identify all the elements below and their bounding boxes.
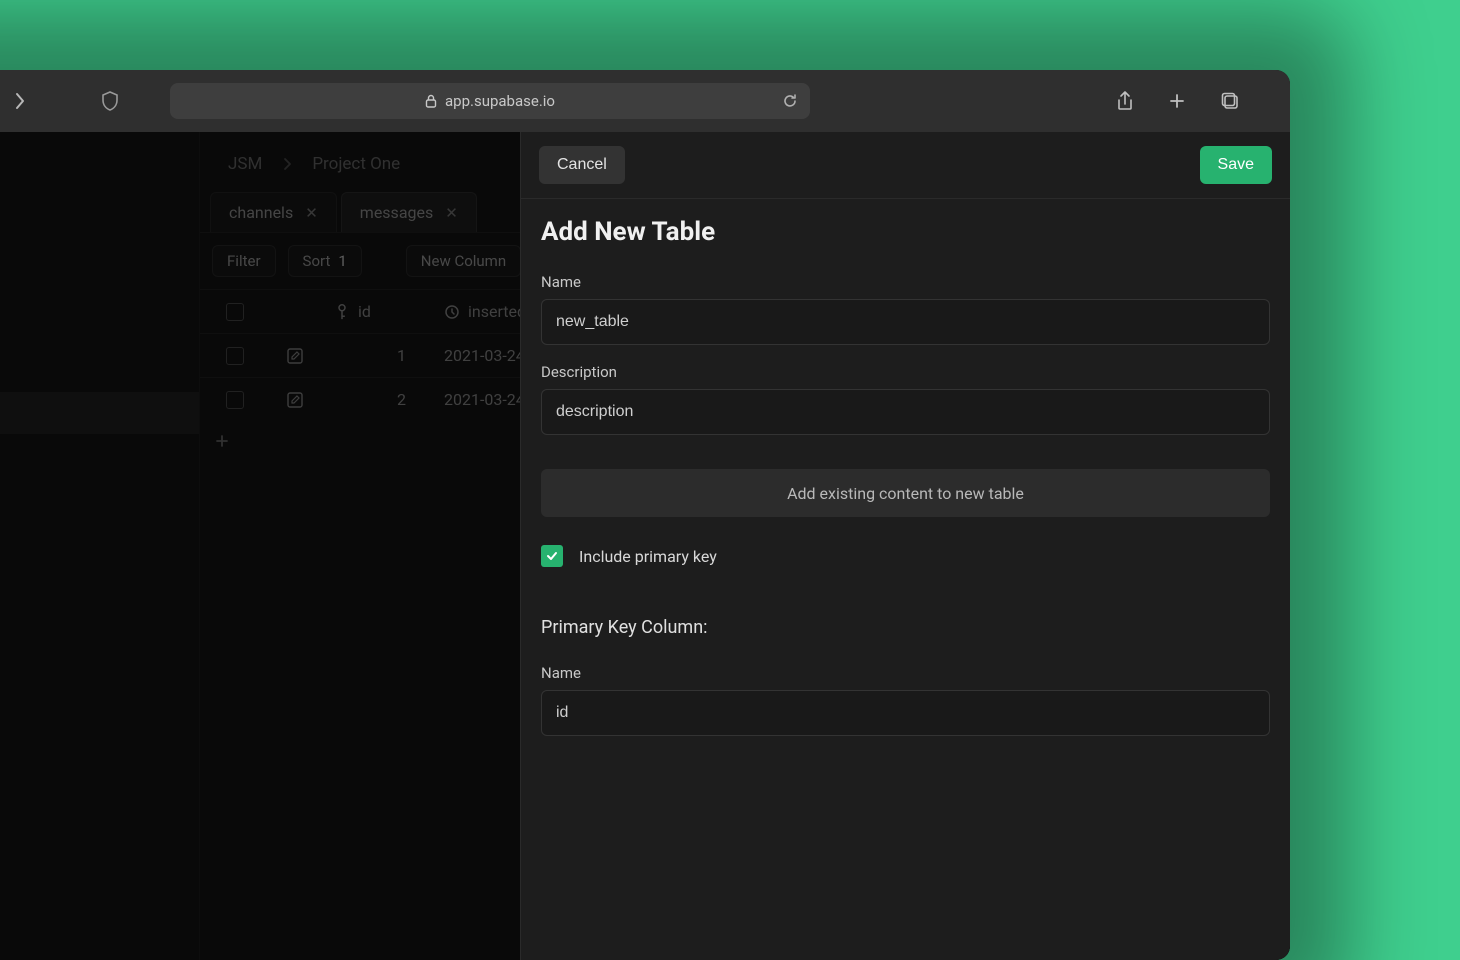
tab-channels[interactable]: channels ✕ xyxy=(210,192,337,232)
row-checkbox[interactable] xyxy=(226,347,244,365)
cancel-button[interactable]: Cancel xyxy=(539,146,625,184)
col-header-id[interactable]: id xyxy=(358,302,371,321)
address-bar-url: app.supabase.io xyxy=(445,92,555,110)
reload-button[interactable] xyxy=(782,93,798,109)
description-label: Description xyxy=(541,363,1270,381)
tab-overview-icon[interactable] xyxy=(1220,91,1240,111)
tab-label: messages xyxy=(360,203,433,222)
chevron-right-icon xyxy=(282,157,292,171)
tab-label: channels xyxy=(229,203,293,222)
pk-name-input[interactable] xyxy=(541,690,1270,736)
breadcrumb-item[interactable]: JSM xyxy=(228,154,262,174)
share-icon[interactable] xyxy=(1116,90,1134,112)
nav-forward-button[interactable] xyxy=(0,70,50,132)
browser-toolbar: app.supabase.io xyxy=(0,70,1290,132)
breadcrumb-item[interactable]: Project One xyxy=(312,154,400,174)
select-all-checkbox[interactable] xyxy=(226,303,244,321)
include-primary-key-label: Include primary key xyxy=(579,547,717,566)
clock-icon xyxy=(444,304,460,320)
app-sidebar xyxy=(0,132,200,960)
address-bar[interactable]: app.supabase.io xyxy=(170,83,810,119)
cell-id: 1 xyxy=(397,346,406,365)
table-description-input[interactable] xyxy=(541,389,1270,435)
lock-icon xyxy=(425,94,437,108)
sort-button[interactable]: Sort 1 xyxy=(288,245,362,277)
save-button[interactable]: Save xyxy=(1200,146,1272,184)
close-tab-icon[interactable]: ✕ xyxy=(445,204,458,222)
table-name-input[interactable] xyxy=(541,299,1270,345)
key-icon xyxy=(331,300,354,323)
close-tab-icon[interactable]: ✕ xyxy=(305,204,318,222)
privacy-shield-icon[interactable] xyxy=(50,91,170,111)
row-checkbox[interactable] xyxy=(226,391,244,409)
edit-row-icon[interactable] xyxy=(286,347,304,365)
tab-messages[interactable]: messages ✕ xyxy=(341,192,477,232)
new-tab-icon[interactable] xyxy=(1168,92,1186,110)
filter-button[interactable]: Filter xyxy=(212,245,276,277)
include-primary-key-checkbox[interactable] xyxy=(541,545,563,567)
sidebar-active-item[interactable] xyxy=(0,392,199,434)
add-existing-content-button[interactable]: Add existing content to new table xyxy=(541,469,1270,517)
primary-key-section-title: Primary Key Column: xyxy=(541,617,1270,638)
name-label: Name xyxy=(541,273,1270,291)
drawer-title: Add New Table xyxy=(541,217,1270,247)
cell-id: 2 xyxy=(397,390,406,409)
pk-name-label: Name xyxy=(541,664,1270,682)
edit-row-icon[interactable] xyxy=(286,391,304,409)
add-table-drawer: Cancel Save Add New Table Name Descripti… xyxy=(520,132,1290,960)
sort-count-badge: 1 xyxy=(338,252,346,270)
new-column-button[interactable]: New Column xyxy=(406,245,521,277)
